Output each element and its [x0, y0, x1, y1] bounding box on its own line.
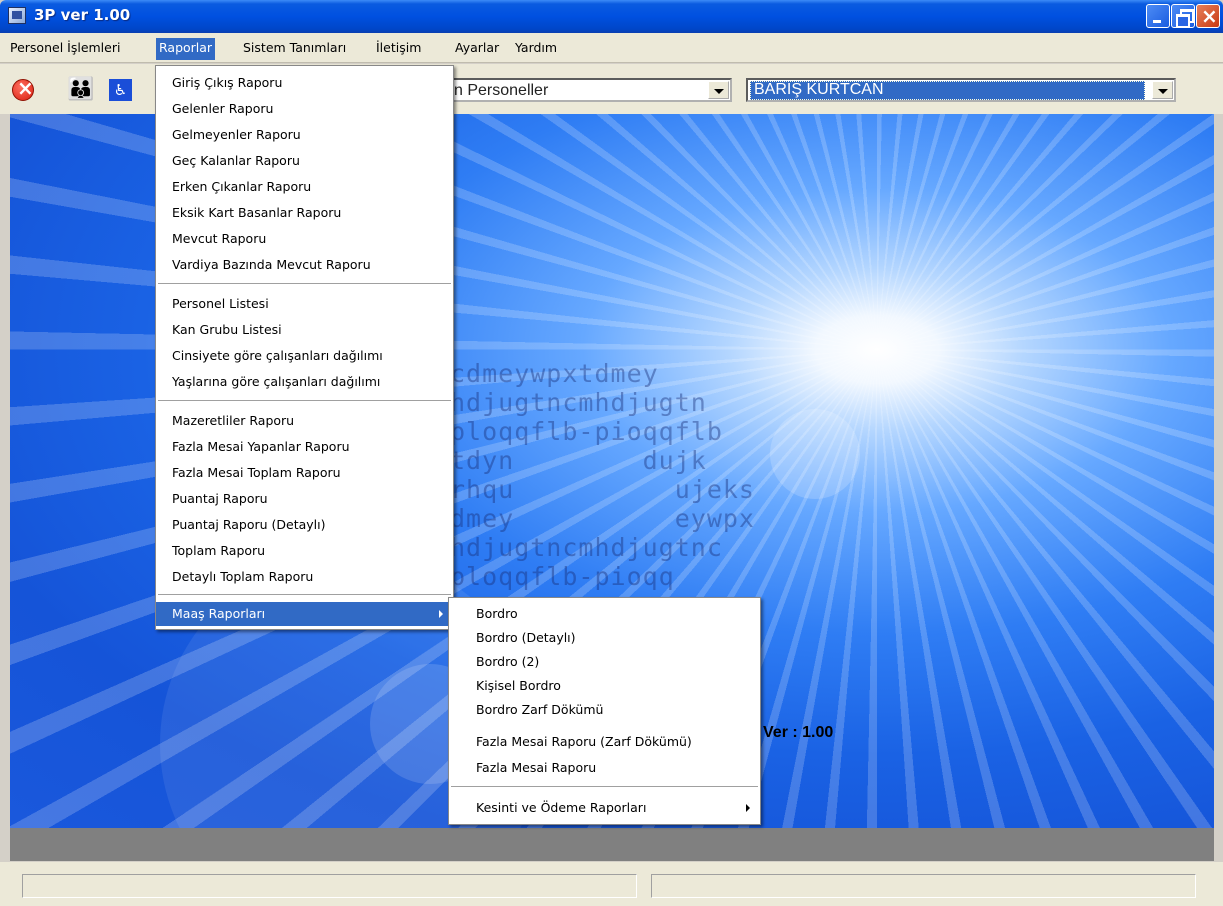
menu-item[interactable]: Cinsiyete göre çalışanları dağılımı — [156, 344, 453, 368]
menu-item[interactable]: Erken Çıkanlar Raporu — [156, 175, 453, 199]
menu-item[interactable]: Fazla Mesai Toplam Raporu — [156, 461, 453, 485]
menu-item[interactable]: Vardiya Bazında Mevcut Raporu — [156, 253, 453, 277]
menu-item[interactable]: Gelenler Raporu — [156, 97, 453, 121]
submenu-label: Maaş Raporları — [172, 606, 266, 621]
raporlar-menu: Giriş Çıkış Raporu Gelenler Raporu Gelme… — [155, 65, 454, 630]
menu-item[interactable]: Gelmeyenler Raporu — [156, 123, 453, 147]
submenu-label: Kesinti ve Ödeme Raporları — [476, 800, 647, 815]
version-label: Ver : 1.00 — [763, 724, 834, 741]
menu-item[interactable]: Kişisel Bordro — [449, 674, 760, 698]
chevron-down-icon[interactable] — [1152, 81, 1173, 99]
personnel-group-value: n Personeller — [454, 82, 549, 99]
submenu-arrow-icon — [746, 804, 750, 812]
close-button[interactable]: × — [1196, 4, 1220, 28]
menu-item[interactable]: Personel Listesi — [156, 292, 453, 316]
chevron-down-icon[interactable] — [708, 81, 729, 99]
menu-item[interactable]: Puantaj Raporu — [156, 487, 453, 511]
menu-item[interactable]: Bordro (2) — [449, 650, 760, 674]
menu-personel-islemleri[interactable]: Personel İşlemleri — [7, 39, 123, 59]
menu-item[interactable]: Fazla Mesai Raporu — [449, 756, 760, 780]
menu-item[interactable]: Kan Grubu Listesi — [156, 318, 453, 342]
menu-item[interactable]: Toplam Raporu — [156, 539, 453, 563]
menu-iletisim[interactable]: İletişim — [373, 39, 424, 59]
menu-ayarlar[interactable]: Ayarlar — [452, 39, 502, 59]
menu-item[interactable]: Eksik Kart Basanlar Raporu — [156, 201, 453, 225]
exit-icon[interactable] — [12, 76, 34, 101]
menu-yardim[interactable]: Yardım — [512, 39, 560, 59]
menu-item[interactable]: Geç Kalanlar Raporu — [156, 149, 453, 173]
minimize-button[interactable] — [1146, 4, 1170, 28]
status-panel-right — [651, 874, 1196, 898]
status-panel-left — [22, 874, 637, 898]
personnel-select[interactable]: BARIŞ KURTCAN — [746, 78, 1176, 102]
close-icon: × — [1201, 4, 1218, 28]
people-icon[interactable]: 👪 — [67, 78, 99, 102]
menu-raporlar[interactable]: Raporlar — [156, 38, 216, 60]
bokeh-circle — [770, 409, 860, 499]
menu-item[interactable]: Fazla Mesai Yapanlar Raporu — [156, 435, 453, 459]
menu-item[interactable]: Mevcut Raporu — [156, 227, 453, 251]
accessibility-icon[interactable]: ♿ — [109, 79, 132, 101]
menu-item[interactable]: Puantaj Raporu (Detaylı) — [156, 513, 453, 537]
menu-item[interactable]: Bordro Zarf Dökümü — [449, 698, 760, 722]
menu-item[interactable]: Giriş Çıkış Raporu — [156, 71, 453, 95]
title-bar[interactable]: 3P ver 1.00 × — [0, 0, 1223, 33]
menu-item-kesinti-odeme[interactable]: Kesinti ve Ödeme Raporları — [449, 796, 760, 820]
personnel-value: BARIŞ KURTCAN — [754, 81, 884, 98]
gray-band — [10, 828, 1214, 861]
app-icon[interactable] — [8, 7, 26, 24]
menu-item[interactable]: Fazla Mesai Raporu (Zarf Dökümü) — [449, 730, 760, 754]
menu-item-maas-raporlari[interactable]: Maaş Raporları — [156, 602, 453, 626]
splash-logo: cdmeywpxtdmey hdjugtncmhdjugtn ploqqflb-… — [450, 359, 755, 591]
menu-item[interactable]: Bordro (Detaylı) — [449, 626, 760, 650]
menu-separator — [451, 786, 758, 788]
maas-raporlari-menu: Bordro Bordro (Detaylı) Bordro (2) Kişis… — [448, 597, 761, 825]
menu-item[interactable]: Detaylı Toplam Raporu — [156, 565, 453, 589]
personnel-group-select[interactable]: n Personeller — [452, 78, 732, 102]
menu-item[interactable]: Mazeretliler Raporu — [156, 409, 453, 433]
menu-item[interactable]: Yaşlarına göre çalışanları dağılımı — [156, 370, 453, 394]
menu-item[interactable]: Bordro — [449, 602, 760, 626]
menu-bar: Personel İşlemleri Raporlar Sistem Tanım… — [0, 33, 1223, 63]
menu-separator — [158, 283, 451, 285]
submenu-arrow-icon — [439, 610, 443, 618]
menu-separator — [158, 400, 451, 402]
menu-sistem-tanimlari[interactable]: Sistem Tanımları — [240, 39, 349, 59]
window-title: 3P ver 1.00 — [34, 6, 131, 24]
restore-button[interactable] — [1171, 4, 1195, 28]
menu-separator — [158, 594, 451, 596]
